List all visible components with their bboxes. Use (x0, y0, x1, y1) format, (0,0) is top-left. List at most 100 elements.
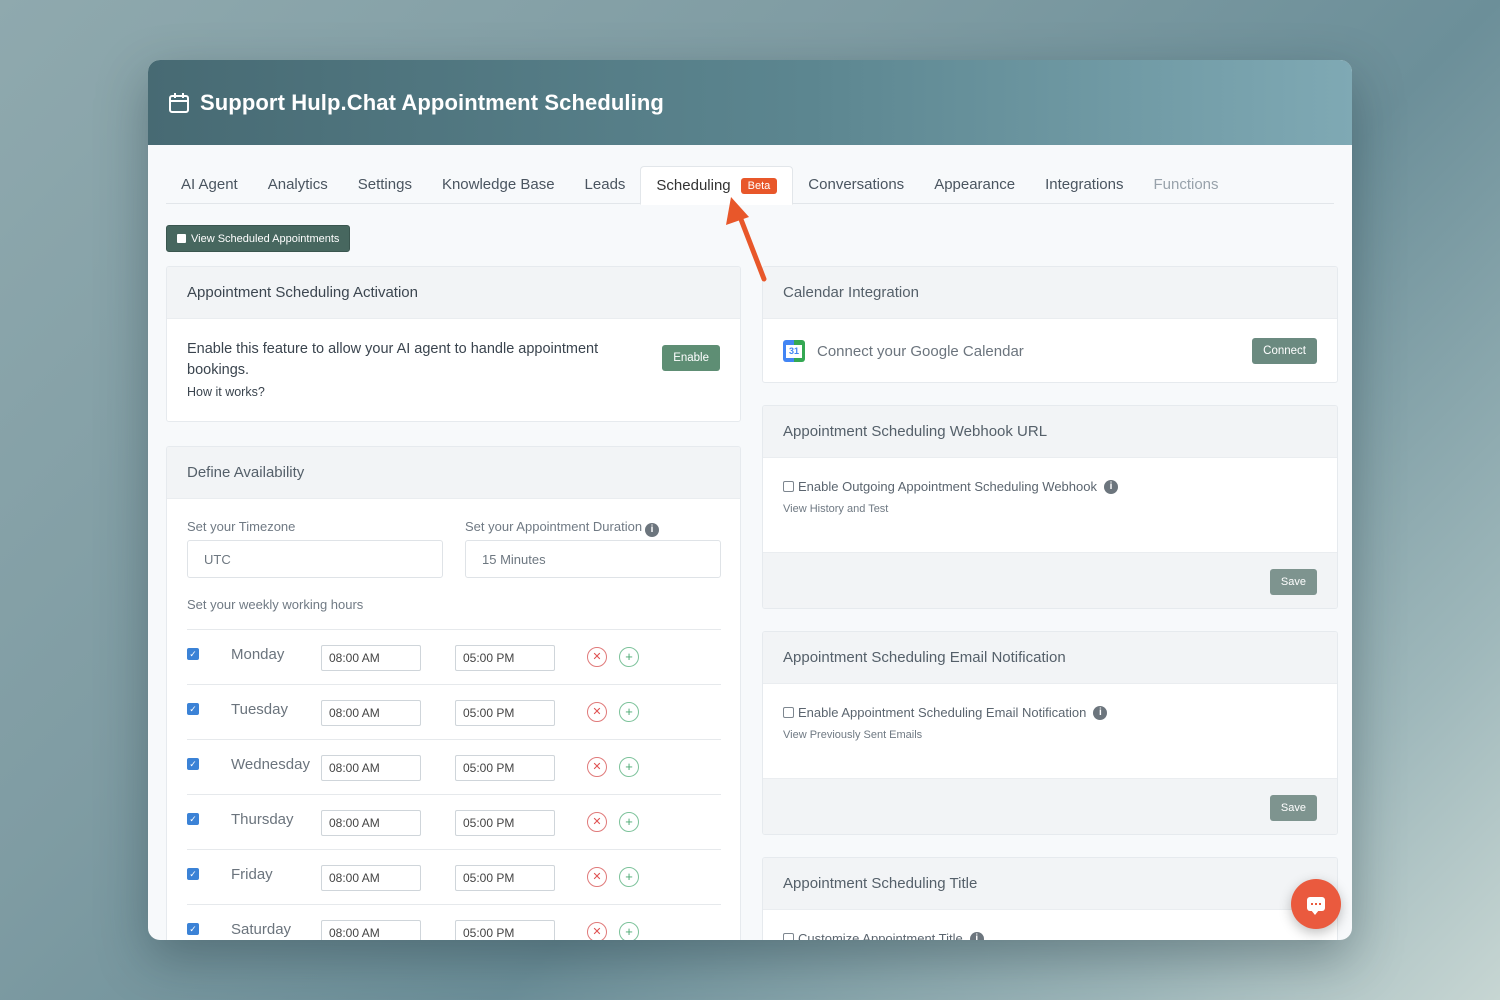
tab-appearance[interactable]: Appearance (919, 166, 1030, 204)
day-row: ✓ Saturday 08:00 AM 05:00 PM ✕ + (187, 904, 721, 940)
availability-card: Define Availability Set your Timezone UT… (166, 446, 741, 940)
title-checkbox-label: Customize Appointment Title (798, 931, 963, 940)
remove-icon[interactable]: ✕ (587, 702, 607, 722)
day-row: ✓ Tuesday 08:00 AM 05:00 PM ✕ + (187, 684, 721, 739)
remove-icon[interactable]: ✕ (587, 812, 607, 832)
availability-title: Define Availability (167, 447, 740, 499)
add-icon[interactable]: + (619, 812, 639, 832)
calendar-small-icon (177, 234, 186, 243)
tab-settings[interactable]: Settings (343, 166, 427, 204)
view-sent-emails-link[interactable]: View Previously Sent Emails (783, 729, 922, 741)
title-checkbox-row[interactable]: Customize Appointment Title i (783, 931, 984, 940)
chat-bubble-icon (1307, 897, 1325, 915)
day-checkbox[interactable]: ✓ (187, 703, 199, 715)
end-time-input[interactable]: 05:00 PM (455, 755, 555, 781)
view-history-link[interactable]: View History and Test (783, 503, 888, 515)
enable-button[interactable]: Enable (662, 345, 720, 371)
duration-field[interactable]: 15 Minutes (465, 540, 721, 578)
remove-icon[interactable]: ✕ (587, 867, 607, 887)
day-name: Saturday (231, 921, 292, 938)
end-time-input[interactable]: 05:00 PM (455, 865, 555, 891)
remove-icon[interactable]: ✕ (587, 922, 607, 940)
google-calendar-day: 31 (786, 345, 802, 358)
weekly-hours-label: Set your weekly working hours (187, 597, 364, 612)
remove-icon[interactable]: ✕ (587, 647, 607, 667)
end-time-input[interactable]: 05:00 PM (455, 810, 555, 836)
timezone-label: Set your Timezone (187, 519, 296, 534)
save-button[interactable]: Save (1269, 795, 1317, 821)
day-name: Tuesday (231, 701, 288, 718)
title-card-heading: Appointment Scheduling Title (763, 858, 1337, 910)
email-notification-title: Appointment Scheduling Email Notificatio… (763, 632, 1337, 684)
webhook-checkbox[interactable] (783, 481, 794, 492)
info-icon[interactable]: i (645, 523, 660, 537)
day-checkbox[interactable]: ✓ (187, 648, 199, 660)
chat-launcher-button[interactable] (1291, 879, 1341, 929)
day-name: Wednesday (231, 756, 310, 773)
add-icon[interactable]: + (619, 757, 639, 777)
connect-button[interactable]: Connect (1252, 338, 1317, 364)
add-icon[interactable]: + (619, 922, 639, 940)
day-row: ✓ Monday 08:00 AM 05:00 PM ✕ + (187, 629, 721, 684)
view-scheduled-appointments-button[interactable]: View Scheduled Appointments (166, 225, 351, 252)
info-icon[interactable]: i (969, 931, 984, 940)
title-checkbox[interactable] (783, 933, 794, 940)
day-name: Friday (231, 866, 273, 883)
tab-ai-agent[interactable]: AI Agent (166, 166, 253, 204)
remove-icon[interactable]: ✕ (587, 757, 607, 777)
webhook-card: Appointment Scheduling Webhook URL Enabl… (762, 405, 1338, 609)
tab-scheduling-label: Scheduling (656, 177, 731, 194)
tab-leads[interactable]: Leads (570, 166, 641, 204)
webhook-checkbox-label: Enable Outgoing Appointment Scheduling W… (798, 479, 1097, 494)
start-time-input[interactable]: 08:00 AM (321, 755, 421, 781)
end-time-input[interactable]: 05:00 PM (455, 920, 555, 940)
tab-knowledge-base[interactable]: Knowledge Base (427, 166, 570, 204)
calendar-integration-card: Calendar Integration 31 Connect your Goo… (762, 266, 1338, 383)
add-icon[interactable]: + (619, 702, 639, 722)
add-icon[interactable]: + (619, 867, 639, 887)
info-icon[interactable]: i (1093, 705, 1108, 720)
start-time-input[interactable]: 08:00 AM (321, 865, 421, 891)
page-title: Support Hulp.Chat Appointment Scheduling (200, 89, 664, 115)
day-checkbox[interactable]: ✓ (187, 813, 199, 825)
timezone-field[interactable]: UTC (187, 540, 443, 578)
tab-functions[interactable]: Functions (1138, 166, 1233, 204)
email-checkbox-label: Enable Appointment Scheduling Email Noti… (798, 705, 1087, 720)
tab-analytics[interactable]: Analytics (253, 166, 343, 204)
day-checkbox[interactable]: ✓ (187, 923, 199, 935)
webhook-title: Appointment Scheduling Webhook URL (763, 406, 1337, 458)
add-icon[interactable]: + (619, 647, 639, 667)
activation-card: Appointment Scheduling Activation Enable… (166, 266, 741, 422)
connect-google-calendar-text: Connect your Google Calendar (817, 342, 1024, 360)
beta-badge: Beta (740, 178, 778, 194)
info-icon[interactable]: i (1103, 479, 1118, 494)
day-name: Monday (231, 646, 285, 663)
end-time-input[interactable]: 05:00 PM (455, 700, 555, 726)
google-calendar-icon: 31 (783, 340, 805, 362)
start-time-input[interactable]: 08:00 AM (321, 810, 421, 836)
day-name: Thursday (231, 811, 294, 828)
day-row: ✓ Wednesday 08:00 AM 05:00 PM ✕ + (187, 739, 721, 794)
start-time-input[interactable]: 08:00 AM (321, 645, 421, 671)
how-it-works-link[interactable]: How it works? (187, 385, 720, 399)
day-checkbox[interactable]: ✓ (187, 758, 199, 770)
day-row: ✓ Friday 08:00 AM 05:00 PM ✕ + (187, 849, 721, 904)
webhook-checkbox-row[interactable]: Enable Outgoing Appointment Scheduling W… (783, 479, 1118, 494)
duration-label: Set your Appointment Duration (465, 519, 643, 534)
tab-integrations[interactable]: Integrations (1030, 166, 1138, 204)
tab-conversations[interactable]: Conversations (793, 166, 919, 204)
calendar-icon (169, 92, 189, 113)
email-checkbox-row[interactable]: Enable Appointment Scheduling Email Noti… (783, 705, 1108, 720)
day-checkbox[interactable]: ✓ (187, 868, 199, 880)
save-button[interactable]: Save (1269, 569, 1317, 595)
start-time-input[interactable]: 08:00 AM (321, 700, 421, 726)
end-time-input[interactable]: 05:00 PM (455, 645, 555, 671)
title-card: Appointment Scheduling Title Customize A… (762, 857, 1338, 940)
start-time-input[interactable]: 08:00 AM (321, 920, 421, 940)
title-bar: Support Hulp.Chat Appointment Scheduling (148, 60, 1352, 145)
view-scheduled-appointments-label: View Scheduled Appointments (191, 232, 340, 245)
activation-title: Appointment Scheduling Activation (167, 267, 740, 319)
webhook-footer: Save (763, 552, 1337, 608)
email-footer: Save (763, 778, 1337, 834)
email-checkbox[interactable] (783, 707, 794, 718)
